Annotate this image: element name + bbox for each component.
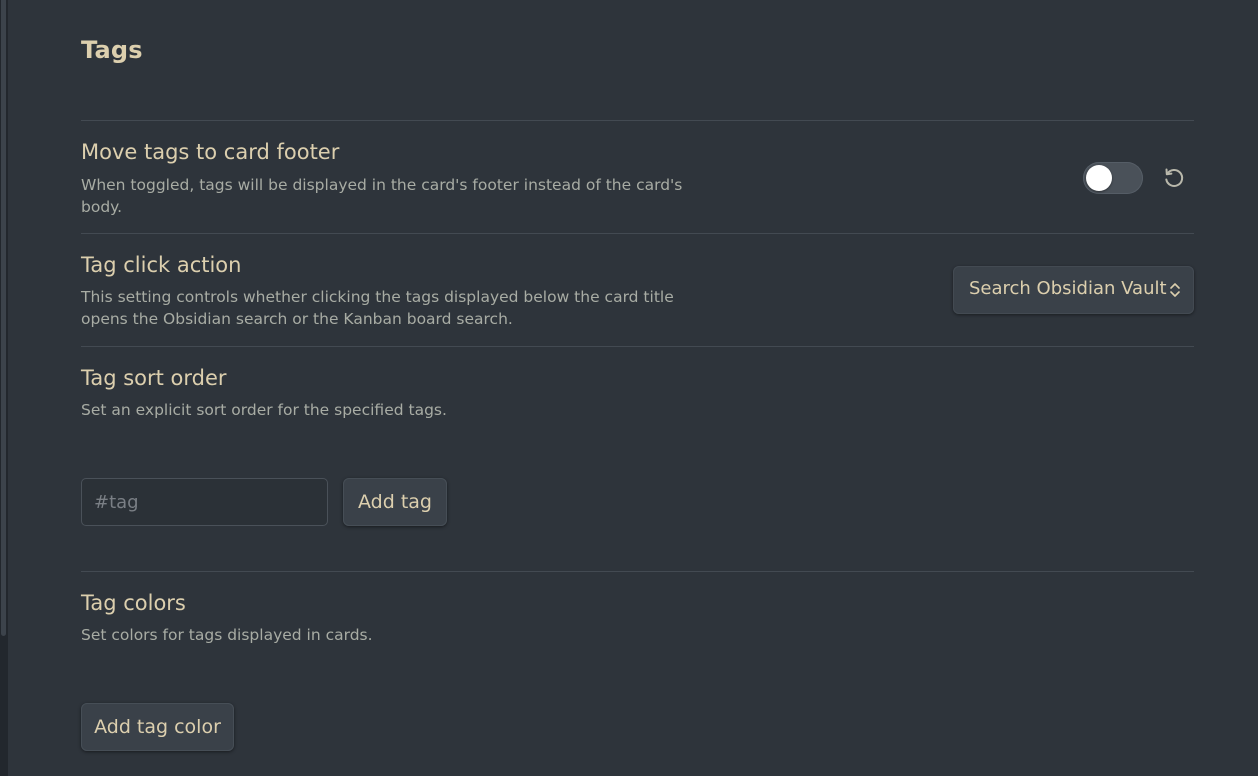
tag-input[interactable] — [81, 478, 328, 526]
toggle-knob — [1086, 165, 1112, 191]
divider — [81, 571, 1194, 572]
add-tag-color-button[interactable]: Add tag color — [81, 703, 234, 751]
setting-description-tag-colors: Set colors for tags displayed in cards. — [81, 626, 373, 644]
divider — [81, 346, 1194, 347]
scrollbar[interactable] — [1, 0, 6, 636]
setting-name-move-tags: Move tags to card footer — [81, 140, 340, 164]
setting-name-tag-click: Tag click action — [81, 253, 242, 277]
move-tags-toggle[interactable] — [1083, 162, 1143, 194]
reset-icon — [1165, 168, 1184, 187]
setting-description-tag-sort: Set an explicit sort order for the speci… — [81, 401, 447, 419]
setting-name-tag-colors: Tag colors — [81, 591, 186, 615]
chevron-updown-icon — [1170, 283, 1180, 297]
select-value: Search Obsidian Vault — [969, 278, 1167, 299]
setting-description-move-tags: When toggled, tags will be displayed in … — [81, 176, 683, 216]
settings-page: Tags Move tags to card footer When toggl… — [81, 0, 1194, 776]
setting-description-tag-click: This setting controls whether clicking t… — [81, 288, 674, 328]
divider — [81, 233, 1194, 234]
section-title: Tags — [81, 36, 143, 64]
divider — [81, 120, 1194, 121]
add-tag-button[interactable]: Add tag — [343, 478, 447, 526]
reset-button[interactable] — [1159, 163, 1189, 193]
setting-name-tag-sort: Tag sort order — [81, 366, 227, 390]
tag-click-action-select[interactable]: Search Obsidian Vault — [953, 266, 1194, 314]
